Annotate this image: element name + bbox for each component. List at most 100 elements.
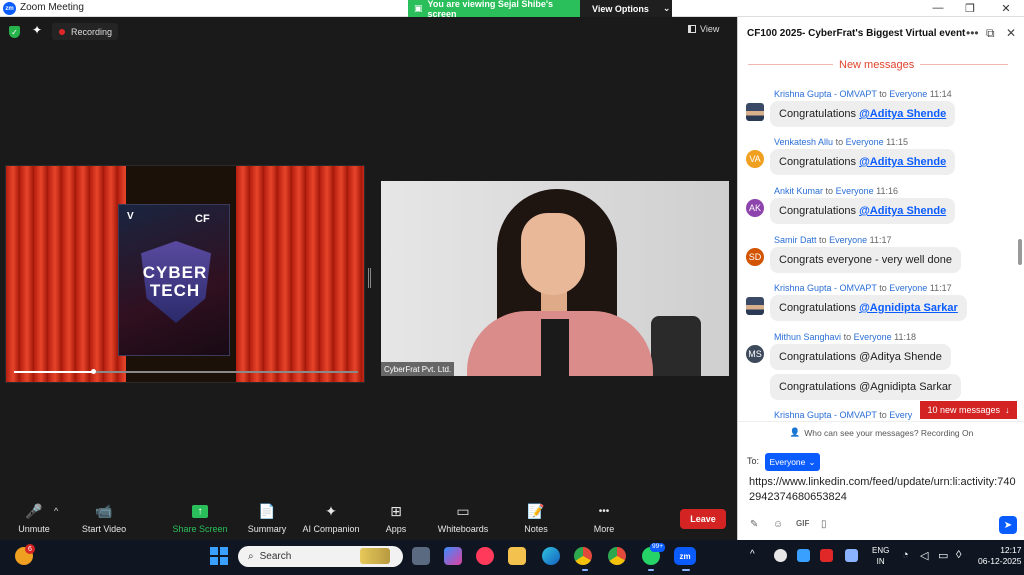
avatar[interactable]: SD (746, 248, 764, 266)
ai-spark-icon[interactable]: ✦ (32, 23, 42, 37)
copilot-icon[interactable] (444, 547, 462, 565)
edge-browser-icon[interactable] (542, 547, 560, 565)
share-screen-button[interactable]: ↑ Share Screen (170, 503, 230, 539)
message-bubble[interactable]: Congratulations @Agnidipta Sarkar (770, 295, 967, 321)
send-icon[interactable]: ➤ (999, 516, 1017, 534)
chrome-browser-icon[interactable] (574, 547, 592, 565)
close-button[interactable]: ✕ (994, 1, 1018, 15)
minimize-button[interactable]: — (926, 1, 950, 15)
message-recipient: Everyone (829, 235, 868, 245)
message-sender[interactable]: Krishna Gupta - OMVAPT (774, 89, 877, 99)
message-bubble[interactable]: Congratulations @Agnidipta Sarkar (770, 374, 961, 400)
shared-screen-tile[interactable]: V CF CYBER TECH (5, 165, 365, 383)
tray-sync-icon[interactable] (797, 549, 810, 562)
message-mention[interactable]: @Aditya Shende (859, 156, 946, 168)
message-sender[interactable]: Samir Datt (774, 235, 817, 245)
view-button[interactable]: View (688, 24, 719, 34)
message-mention[interactable]: @Aditya Shende (859, 205, 946, 217)
notes-button[interactable]: 📝 Notes (506, 503, 566, 539)
file-explorer-icon[interactable] (508, 547, 526, 565)
emoji-icon[interactable]: ☺ (773, 519, 783, 530)
message-visibility-bar[interactable]: 👤 Who can see your messages? Recording O… (738, 421, 1024, 443)
leave-button[interactable]: Leave (680, 509, 726, 529)
summary-button[interactable]: 📄 Summary (237, 503, 297, 539)
taskbar-clock[interactable]: 12:17 06-12-2025 (978, 545, 1021, 567)
avatar[interactable]: MS (746, 345, 764, 363)
message-text: Congratulations (779, 302, 857, 314)
tray-app-icon[interactable] (774, 549, 787, 562)
avatar[interactable]: VA (746, 150, 764, 168)
video-progress-fill (14, 371, 94, 373)
wifi-icon[interactable]: ◔ (902, 549, 909, 561)
new-messages-button-label: 10 new messages (927, 405, 1001, 415)
task-view-icon[interactable] (412, 547, 430, 565)
chat-scrollbar[interactable] (1018, 239, 1022, 265)
view-options-button[interactable]: View Options ⌄ (580, 0, 672, 17)
message-to: to (835, 137, 844, 147)
whiteboards-button[interactable]: ▭ Whiteboards (433, 503, 493, 539)
recording-label: Recording (71, 26, 113, 37)
chat-message-input[interactable]: https://www.linkedin.com/feed/update/urn… (749, 475, 1017, 505)
message-sender[interactable]: Ankit Kumar (774, 186, 823, 196)
tray-overflow-icon[interactable]: ^ (750, 549, 755, 560)
chat-popout-icon[interactable]: ⧉ (986, 26, 995, 41)
message-mention[interactable]: @Agnidipta Sarkar (859, 302, 958, 314)
message-bubble[interactable]: Congratulations @Aditya Shende (770, 344, 951, 370)
new-messages-button[interactable]: 10 new messages ↓ (920, 401, 1017, 419)
maximize-button[interactable]: ❐ (958, 1, 982, 15)
summary-label: Summary (247, 524, 287, 534)
apps-button[interactable]: ⊞ Apps (366, 503, 426, 539)
share-screen-label: Share Screen (172, 524, 228, 534)
music-app-icon[interactable] (476, 547, 494, 565)
message-to: to (825, 186, 834, 196)
avatar[interactable] (746, 103, 764, 121)
whiteboard-icon: ▭ (456, 502, 470, 519)
message-time: 11:16 (876, 186, 898, 196)
more-button[interactable]: ••• More (574, 503, 634, 539)
message-sender[interactable]: Krishna Gupta - OMVAPT (774, 283, 877, 293)
ai-companion-button[interactable]: ✦ AI Companion (301, 503, 361, 539)
recording-indicator[interactable]: Recording (52, 23, 118, 40)
tile-resize-handle[interactable] (368, 268, 371, 288)
recipient-select[interactable]: Everyone ⌄ (765, 453, 820, 471)
windows-start-icon[interactable] (210, 547, 228, 565)
chat-close-icon[interactable]: ✕ (1006, 26, 1016, 40)
message-text: Congratulations (779, 156, 857, 168)
chat-panel: CF100 2025- CyberFrat's Biggest Virtual … (737, 17, 1024, 540)
message-bubble[interactable]: Congratulations @Aditya Shende (770, 198, 956, 224)
message-mention[interactable]: @Aditya Shende (859, 108, 946, 120)
message-time: 11:18 (894, 332, 916, 342)
audio-options-caret[interactable]: ^ (54, 506, 58, 516)
message-sender[interactable]: Krishna Gupta - OMVAPT (774, 410, 877, 420)
volume-icon[interactable]: ◁ (920, 549, 928, 562)
message-sender[interactable]: Venkatesh Allu (774, 137, 833, 147)
message-sender[interactable]: Mithun Sanghavi (774, 332, 841, 342)
logo-mark-left: V (127, 211, 134, 222)
file-attach-icon[interactable]: ▯ (821, 519, 827, 530)
security-shield-icon[interactable]: ✓ (9, 26, 20, 38)
message-bubble[interactable]: Congratulations @Aditya Shende (770, 101, 956, 127)
message-recipient: Everyone (835, 186, 874, 196)
notification-bell-icon[interactable]: ◊ (956, 549, 961, 561)
tray-app-icon[interactable] (820, 549, 833, 562)
tray-network-app-icon[interactable] (845, 549, 858, 562)
ai-companion-label: AI Companion (302, 524, 360, 534)
format-text-icon[interactable]: ✎ (750, 519, 758, 530)
participant-video-tile[interactable] (381, 181, 729, 376)
chat-more-icon[interactable]: ••• (966, 26, 979, 40)
avatar[interactable] (746, 297, 764, 315)
message-header: Mithun Sanghavi to Everyone 11:18 (774, 332, 916, 342)
start-video-button[interactable]: 📹 Start Video (74, 503, 134, 539)
zoom-taskbar-icon[interactable]: zm (674, 547, 696, 565)
message-bubble[interactable]: Congratulations @Aditya Shende (770, 149, 956, 175)
message-bubble[interactable]: Congrats everyone - very well done (770, 247, 962, 273)
battery-icon[interactable]: ▭ (938, 549, 948, 562)
chrome-profile-icon[interactable] (608, 547, 626, 565)
message-recipient: Everyone (853, 332, 892, 342)
input-language-indicator[interactable]: ENG IN (872, 545, 889, 567)
video-progress-bar[interactable] (14, 369, 358, 374)
avatar[interactable]: AK (746, 199, 764, 217)
message-text: Congratulations (779, 108, 857, 120)
whiteboards-label: Whiteboards (437, 524, 489, 534)
gif-icon[interactable]: GIF (796, 519, 809, 528)
